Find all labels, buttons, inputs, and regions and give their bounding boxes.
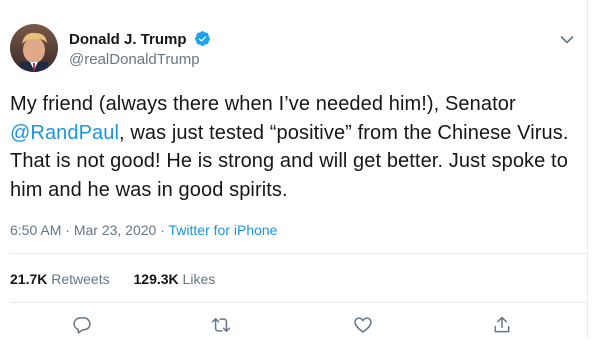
reply-button[interactable] [71,316,93,338]
retweet-icon [211,315,231,340]
verified-badge-icon [194,30,211,52]
heart-icon [353,315,373,340]
likes-label: Likes [182,271,216,287]
tweet-stats: 21.7K Retweets 129.3K Likes [10,270,215,288]
tweet-text-part-1: My friend (always there when I’ve needed… [10,93,516,115]
tweet-text: My friend (always there when I’ve needed… [10,90,585,204]
tweet-time[interactable]: 6:50 AM [10,222,61,238]
share-button[interactable] [491,316,513,338]
retweets-label: Retweets [51,271,110,287]
tweet-source-link[interactable]: Twitter for iPhone [169,222,278,238]
likes-count: 129.3K [133,271,179,287]
reply-icon [72,315,92,340]
avatar[interactable] [10,24,58,72]
chevron-down-icon[interactable] [560,32,574,44]
like-button[interactable] [352,316,374,338]
meta-separator: · [61,222,74,238]
display-name-text[interactable]: Donald J. Trump [69,31,187,48]
divider [10,253,588,254]
handle[interactable]: @realDonaldTrump [69,51,200,69]
likes-stat[interactable]: 129.3K Likes [134,270,216,288]
tweet-date[interactable]: Mar 23, 2020 [74,222,157,238]
meta-separator-2: · [156,222,169,238]
divider [10,302,588,303]
share-icon [492,315,512,340]
avatar-image [10,24,58,72]
tweet-card: Donald J. Trump @realDonaldTrump My frie… [0,0,588,338]
retweet-button[interactable] [210,316,232,338]
mention-link[interactable]: @RandPaul [10,122,119,144]
tweet-metadata: 6:50 AM · Mar 23, 2020 · Twitter for iPh… [10,221,277,239]
retweets-stat[interactable]: 21.7K Retweets [10,270,110,288]
retweets-count: 21.7K [10,271,48,287]
display-name[interactable]: Donald J. Trump [69,30,211,52]
